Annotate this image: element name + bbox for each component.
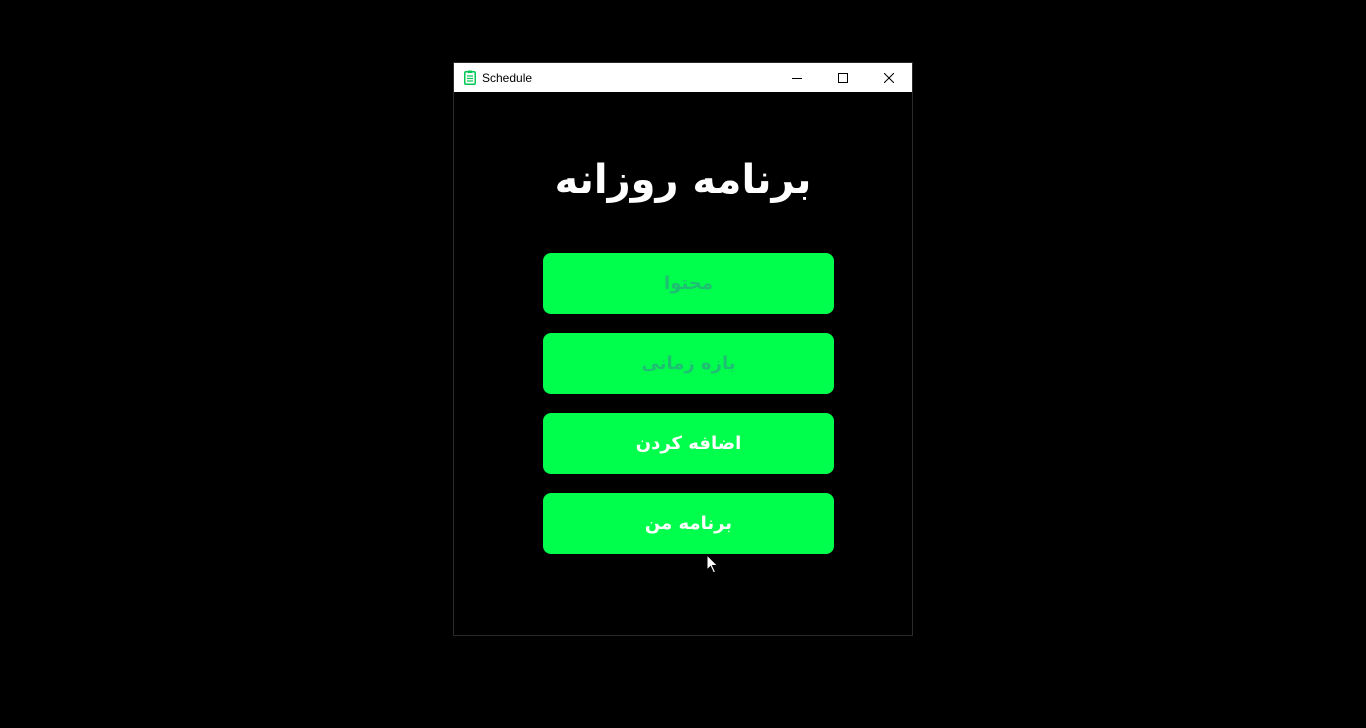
my-schedule-button-label: برنامه من [644, 513, 733, 534]
page-title: برنامه روزانه [554, 157, 812, 203]
add-button[interactable]: اضافه کردن [543, 413, 834, 474]
my-schedule-button[interactable]: برنامه من [543, 493, 834, 554]
minimize-icon [792, 77, 802, 79]
time-range-input[interactable]: بازه زمانی [543, 333, 834, 394]
add-button-label: اضافه کردن [635, 433, 742, 454]
close-button[interactable] [866, 63, 912, 92]
mouse-cursor-icon [706, 554, 719, 574]
main-content: برنامه روزانه محتوا بازه زمانی اضافه کرد… [454, 92, 912, 635]
content-input[interactable]: محتوا [543, 253, 834, 314]
time-range-input-placeholder: بازه زمانی [641, 353, 736, 374]
close-icon [884, 72, 894, 83]
maximize-button[interactable] [820, 63, 866, 92]
app-window: Schedule برنامه روزانه محتوا بازه زمانی … [453, 62, 913, 636]
content-input-placeholder: محتوا [664, 273, 713, 294]
minimize-button[interactable] [774, 63, 820, 92]
clipboard-icon [464, 70, 476, 85]
maximize-icon [838, 72, 848, 83]
title-bar[interactable]: Schedule [454, 63, 912, 92]
window-controls [774, 63, 912, 92]
window-title: Schedule [482, 70, 533, 85]
